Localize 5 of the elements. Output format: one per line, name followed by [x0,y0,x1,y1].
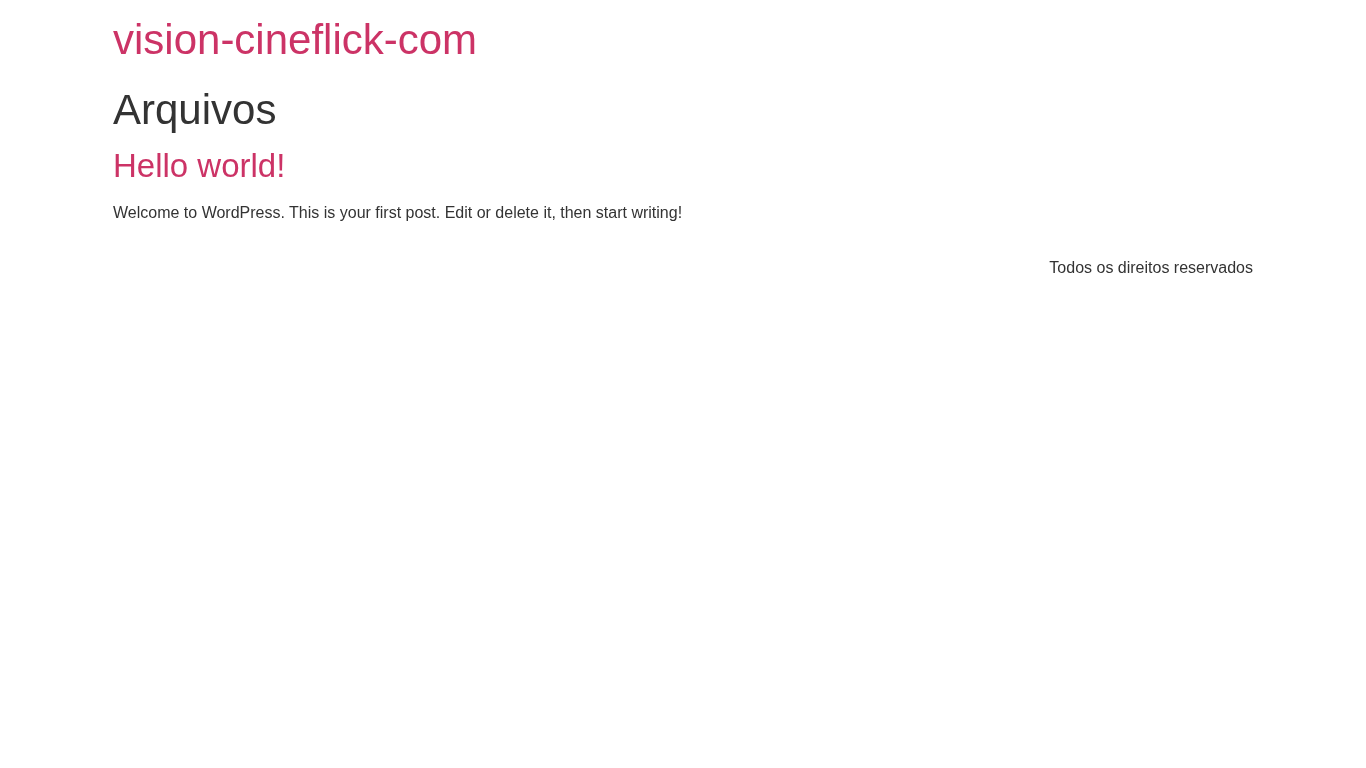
page-title: Arquivos [113,85,278,135]
post-title-link[interactable]: Hello world! [113,146,286,186]
copyright-text: Todos os direitos reservados [1049,258,1253,278]
site-title[interactable]: vision-cineflick-com [113,14,478,66]
post-excerpt: Welcome to WordPress. This is your first post. Edit or delete it, then start writing! [113,203,684,223]
